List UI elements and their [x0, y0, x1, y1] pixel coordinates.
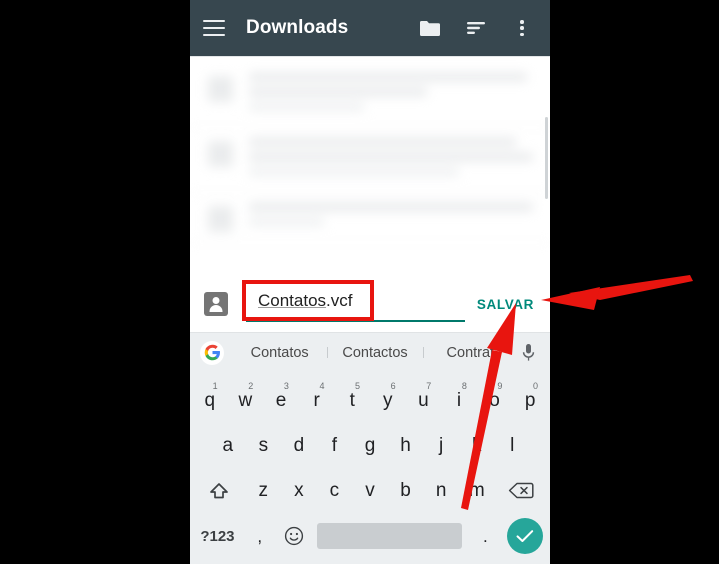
hamburger-menu-icon[interactable]	[203, 20, 225, 36]
key-q[interactable]: 1q	[192, 378, 228, 423]
key-a[interactable]: a	[210, 423, 246, 468]
key-num-7: 7	[426, 381, 432, 391]
key-j[interactable]: j	[423, 423, 459, 468]
key-h[interactable]: h	[388, 423, 424, 468]
space-key[interactable]	[316, 523, 463, 549]
key-g[interactable]: g	[352, 423, 388, 468]
shift-icon[interactable]	[192, 468, 245, 513]
key-num-6: 6	[390, 381, 396, 391]
key-p[interactable]: 0p	[512, 378, 548, 423]
key-num-0: 0	[533, 381, 539, 391]
key-letter: o	[489, 390, 500, 411]
folder-icon[interactable]	[415, 13, 445, 43]
key-v[interactable]: v	[352, 468, 388, 513]
suggestion-1[interactable]: Contactos	[327, 345, 422, 361]
file-meta	[249, 73, 536, 118]
backspace-icon[interactable]	[495, 468, 548, 513]
file-thumbnail	[208, 76, 233, 102]
arrow-to-save-button	[541, 275, 693, 310]
filename-text-highlighted: Contatos.vcf	[258, 291, 353, 311]
keyboard-row-4: ?123 , .	[192, 513, 548, 559]
key-letter: w	[238, 390, 253, 411]
file-meta	[249, 203, 536, 233]
key-b[interactable]: b	[388, 468, 424, 513]
table-row[interactable]	[190, 128, 550, 193]
suggestion-0[interactable]: Contatos	[232, 345, 327, 361]
filename-input-row: Contatos.vcf SALVAR Contatos.vcf	[190, 276, 550, 332]
table-row[interactable]	[190, 63, 550, 128]
key-num-2: 2	[248, 381, 254, 391]
file-thumbnail	[208, 141, 233, 167]
microphone-icon[interactable]	[518, 343, 540, 362]
key-d[interactable]: d	[281, 423, 317, 468]
key-x[interactable]: x	[281, 468, 317, 513]
key-f[interactable]: f	[317, 423, 353, 468]
highlight-box-filename: Contatos.vcf	[242, 280, 374, 321]
page-title: Downloads	[246, 17, 349, 38]
key-l[interactable]: l	[494, 423, 530, 468]
file-list[interactable]	[190, 56, 550, 276]
emoji-icon[interactable]	[277, 514, 311, 559]
key-k[interactable]: k	[459, 423, 495, 468]
file-meta	[249, 138, 536, 183]
key-r[interactable]: 4r	[299, 378, 335, 423]
key-letter: y	[383, 390, 393, 411]
overflow-menu-icon[interactable]	[507, 13, 537, 43]
key-letter: e	[275, 390, 287, 411]
keyboard-row-3: z x c v b n m	[192, 468, 548, 513]
file-list-blurred-content	[190, 57, 550, 243]
suggestion-bar: Contatos Contactos Contrat	[190, 332, 550, 372]
file-thumbnail	[208, 206, 233, 232]
key-u[interactable]: 7u	[406, 378, 442, 423]
key-e[interactable]: 3e	[263, 378, 299, 423]
key-num-9: 9	[497, 381, 503, 391]
filename-extension-copy: .vcf	[326, 290, 353, 310]
keyboard-row-1: 1q 2w 3e 4r 5t 6y 7u 8i 9o 0p	[192, 378, 548, 423]
sort-icon[interactable]	[461, 13, 491, 43]
key-letter: i	[456, 390, 462, 411]
key-i[interactable]: 8i	[441, 378, 477, 423]
key-w[interactable]: 2w	[228, 378, 264, 423]
app-bar: Downloads	[190, 0, 550, 56]
enter-key[interactable]	[502, 518, 548, 554]
key-letter: q	[204, 390, 216, 411]
key-num-3: 3	[283, 381, 289, 391]
save-button[interactable]: SALVAR	[473, 291, 538, 318]
key-num-8: 8	[461, 381, 467, 391]
key-period[interactable]: .	[468, 514, 502, 559]
key-letter: p	[524, 390, 536, 411]
filename-base-copy: Contatos	[258, 290, 327, 310]
key-comma[interactable]: ,	[243, 514, 277, 559]
key-n[interactable]: n	[423, 468, 459, 513]
key-y[interactable]: 6y	[370, 378, 406, 423]
key-s[interactable]: s	[246, 423, 282, 468]
contact-card-icon	[204, 292, 228, 316]
key-num-1: 1	[212, 381, 218, 391]
suggestion-2[interactable]: Contrat	[422, 345, 518, 361]
key-t[interactable]: 5t	[334, 378, 370, 423]
virtual-keyboard: 1q 2w 3e 4r 5t 6y 7u 8i 9o 0p a s d f g …	[190, 372, 550, 564]
table-row[interactable]	[190, 193, 550, 243]
key-num-5: 5	[355, 381, 361, 391]
scrollbar[interactable]	[545, 117, 548, 199]
key-z[interactable]: z	[245, 468, 281, 513]
key-letter: t	[349, 390, 355, 411]
key-letter: r	[313, 390, 320, 411]
phone-screen: Downloads SALVAR Contatos.vcf Contatos C…	[190, 0, 550, 564]
key-o[interactable]: 9o	[477, 378, 513, 423]
key-num-4: 4	[319, 381, 325, 391]
google-g-icon[interactable]	[200, 340, 224, 365]
key-m[interactable]: m	[459, 468, 495, 513]
checkmark-icon	[507, 518, 544, 554]
symbols-key[interactable]: ?123	[192, 514, 243, 559]
keyboard-row-2: a s d f g h j k l	[192, 423, 548, 468]
key-c[interactable]: c	[317, 468, 353, 513]
key-letter: u	[418, 390, 429, 411]
